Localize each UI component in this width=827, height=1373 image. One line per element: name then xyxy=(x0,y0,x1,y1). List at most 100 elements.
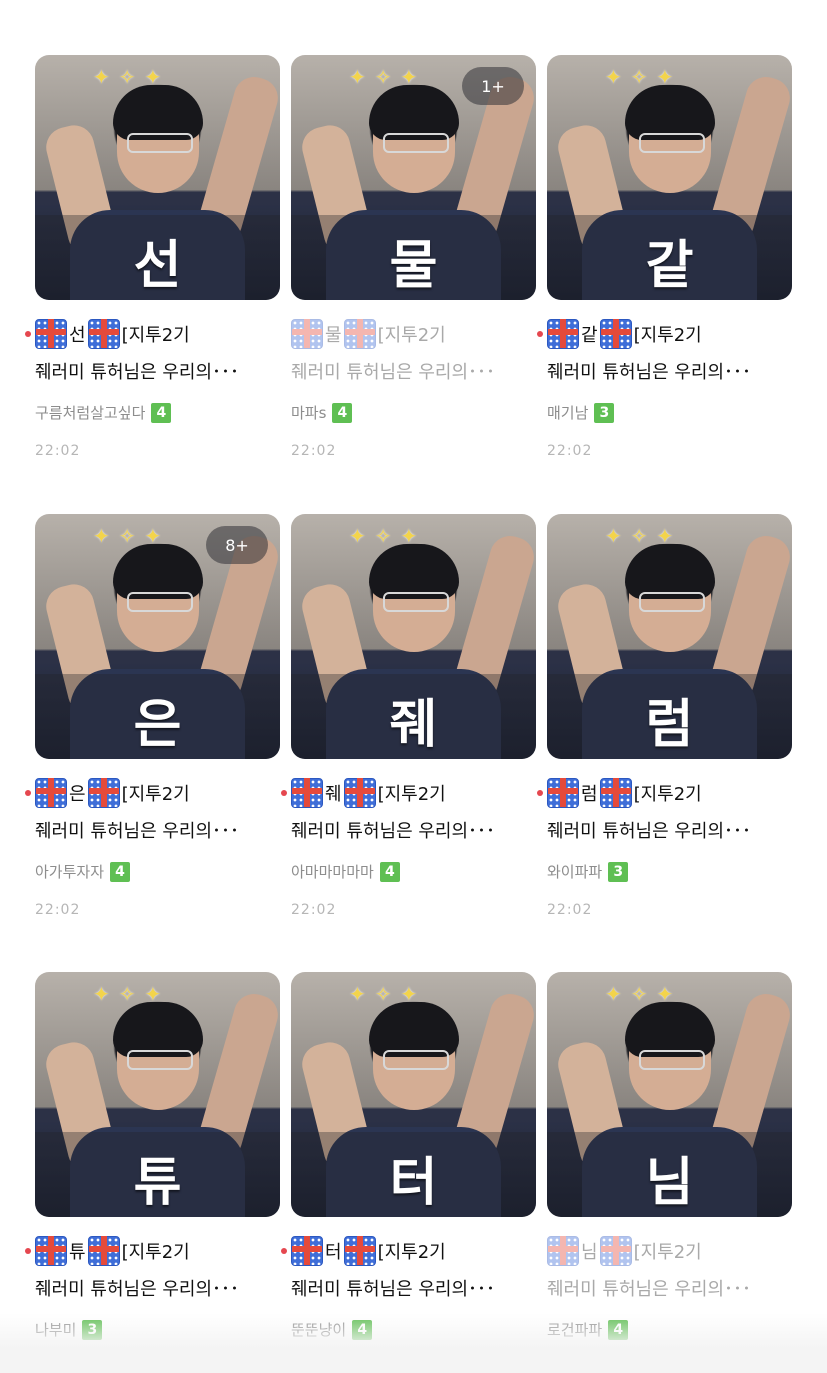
unread-dot-icon xyxy=(281,790,287,796)
thumbnail-glasses xyxy=(383,1050,449,1070)
post-time: 22:02 xyxy=(291,443,337,459)
gift-icon xyxy=(291,778,323,808)
sparkle-sticker-icon: ✦ ✧ ✦ xyxy=(349,65,419,89)
author-nickname: 아마마마마마 xyxy=(291,863,374,881)
post-thumbnail[interactable]: ✦ ✧ ✦ 줴 xyxy=(291,514,536,759)
post-thumbnail[interactable]: ✦ ✧ ✦ 님 xyxy=(547,972,792,1217)
thumbnail-hair xyxy=(369,1002,459,1057)
post-title-char: 튜 xyxy=(69,1242,86,1263)
post-title[interactable]: 같 [지투2기 xyxy=(537,319,792,349)
post-title[interactable]: 님 [지투2기 xyxy=(547,1236,792,1266)
post-thumbnail[interactable]: ✦ ✧ ✦ 럼 xyxy=(547,514,792,759)
gift-icon xyxy=(343,778,376,808)
post-time: 22:02 xyxy=(547,902,593,918)
post-title[interactable]: 줴 [지투2기 xyxy=(281,778,536,808)
gift-icon xyxy=(291,1236,323,1266)
post-title-suffix: [지투2기 xyxy=(377,325,446,346)
image-count-badge: 1+ xyxy=(462,67,524,105)
post-title[interactable]: 선 [지투2기 xyxy=(25,319,280,349)
bottom-fade xyxy=(0,1313,827,1373)
thumbnail-hair xyxy=(113,544,203,599)
thumbnail-glasses xyxy=(639,592,705,612)
post-description[interactable]: 줴러미 튜허님은 우리의･･･ xyxy=(35,817,280,843)
post-title[interactable]: 은 [지투2기 xyxy=(25,778,280,808)
post-time: 22:02 xyxy=(291,902,337,918)
sparkle-sticker-icon: ✦ ✧ ✦ xyxy=(349,524,419,548)
thumbnail-hair xyxy=(625,1002,715,1057)
gift-icon xyxy=(87,1236,120,1266)
post-card[interactable]: ✦ ✧ ✦ 튜 튜 [지투2기 줴러미 튜허님은 우리의･･･ 나부미 3 xyxy=(25,972,280,1340)
post-author[interactable]: 마파s 4 xyxy=(291,402,536,423)
thumbnail-glasses xyxy=(127,592,193,612)
thumbnail-big-char: 줴 xyxy=(389,694,438,755)
gift-icon xyxy=(291,319,323,349)
post-thumbnail[interactable]: ✦ ✧ ✦ 물 1+ xyxy=(291,55,536,300)
post-description[interactable]: 줴러미 튜허님은 우리의･･･ xyxy=(35,358,280,384)
post-title[interactable]: 터 [지투2기 xyxy=(281,1236,536,1266)
post-title[interactable]: 튜 [지투2기 xyxy=(25,1236,280,1266)
post-card[interactable]: ✦ ✧ ✦ 줴 줴 [지투2기 줴러미 튜허님은 우리의･･･ 아마마마마마 4… xyxy=(281,514,536,918)
post-card[interactable]: ✦ ✧ ✦ 선 선 [지투2기 줴러미 튜허님은 우리의･･･ 구름처럼살고싶다… xyxy=(25,55,280,459)
post-title-suffix: [지투2기 xyxy=(633,784,702,805)
post-title-suffix: [지투2기 xyxy=(377,784,446,805)
post-description[interactable]: 줴러미 튜허님은 우리의･･･ xyxy=(547,817,792,843)
gift-icon xyxy=(599,319,632,349)
post-description[interactable]: 줴러미 튜허님은 우리의･･･ xyxy=(35,1275,280,1301)
gift-icon xyxy=(87,778,120,808)
member-level-badge: 3 xyxy=(594,402,615,423)
gift-icon xyxy=(599,778,632,808)
thumbnail-glasses xyxy=(639,133,705,153)
post-description[interactable]: 줴러미 튜허님은 우리의･･･ xyxy=(547,358,792,384)
post-author[interactable]: 아마마마마마 4 xyxy=(291,861,536,882)
thumbnail-glasses xyxy=(127,1050,193,1070)
gift-icon xyxy=(547,1236,579,1266)
post-title-suffix: [지투2기 xyxy=(377,1242,446,1263)
post-thumbnail[interactable]: ✦ ✧ ✦ 터 xyxy=(291,972,536,1217)
post-description[interactable]: 줴러미 튜허님은 우리의･･･ xyxy=(547,1275,792,1301)
post-author[interactable]: 매기남 3 xyxy=(547,402,792,423)
thumbnail-glasses xyxy=(383,592,449,612)
member-level-badge: 4 xyxy=(151,402,172,423)
sparkle-sticker-icon: ✦ ✧ ✦ xyxy=(93,65,163,89)
thumbnail-big-char: 은 xyxy=(133,694,182,755)
sparkle-sticker-icon: ✦ ✧ ✦ xyxy=(93,982,163,1006)
post-author[interactable]: 와이파파 3 xyxy=(547,861,792,882)
thumbnail-hair xyxy=(113,85,203,140)
sparkle-sticker-icon: ✦ ✧ ✦ xyxy=(605,65,675,89)
post-card[interactable]: ✦ ✧ ✦ 같 같 [지투2기 줴러미 튜허님은 우리의･･･ 매기남 3 22… xyxy=(537,55,792,459)
post-title[interactable]: 물 [지투2기 xyxy=(291,319,536,349)
gift-icon xyxy=(35,1236,67,1266)
sparkle-sticker-icon: ✦ ✧ ✦ xyxy=(605,982,675,1006)
post-card[interactable]: ✦ ✧ ✦ 물 1+ 물 [지투2기 줴러미 튜허님은 우리의･･･ 마파s 4… xyxy=(291,55,536,459)
post-title-char: 물 xyxy=(325,325,342,346)
image-count-badge: 8+ xyxy=(206,526,268,564)
unread-dot-icon xyxy=(25,1248,31,1254)
post-description[interactable]: 줴러미 튜허님은 우리의･･･ xyxy=(291,817,536,843)
post-author[interactable]: 구름처럼살고싶다 4 xyxy=(35,402,280,423)
post-title[interactable]: 럼 [지투2기 xyxy=(537,778,792,808)
post-thumbnail[interactable]: ✦ ✧ ✦ 은 8+ xyxy=(35,514,280,759)
thumbnail-big-char: 튜 xyxy=(133,1152,182,1213)
post-thumbnail[interactable]: ✦ ✧ ✦ 같 xyxy=(547,55,792,300)
thumbnail-hair xyxy=(625,85,715,140)
post-title-suffix: [지투2기 xyxy=(633,1242,702,1263)
post-card[interactable]: ✦ ✧ ✦ 럼 럼 [지투2기 줴러미 튜허님은 우리의･･･ 와이파파 3 2… xyxy=(537,514,792,918)
post-author[interactable]: 아가투자자 4 xyxy=(35,861,280,882)
unread-dot-icon xyxy=(25,331,31,337)
author-nickname: 구름처럼살고싶다 xyxy=(35,404,146,422)
thumbnail-hair xyxy=(369,544,459,599)
post-thumbnail[interactable]: ✦ ✧ ✦ 선 xyxy=(35,55,280,300)
thumbnail-big-char: 럼 xyxy=(645,694,694,755)
post-title-suffix: [지투2기 xyxy=(633,325,702,346)
post-card[interactable]: ✦ ✧ ✦ 은 8+ 은 [지투2기 줴러미 튜허님은 우리의･･･ 아가투자자… xyxy=(25,514,280,918)
post-description[interactable]: 줴러미 튜허님은 우리의･･･ xyxy=(291,358,536,384)
post-card[interactable]: ✦ ✧ ✦ 님 님 [지투2기 줴러미 튜허님은 우리의･･･ 로건파파 4 xyxy=(547,972,792,1340)
post-description[interactable]: 줴러미 튜허님은 우리의･･･ xyxy=(291,1275,536,1301)
post-title-char: 줴 xyxy=(325,784,342,805)
post-card[interactable]: ✦ ✧ ✦ 터 터 [지투2기 줴러미 튜허님은 우리의･･･ 뚠뚠냥이 4 xyxy=(281,972,536,1340)
post-thumbnail[interactable]: ✦ ✧ ✦ 튜 xyxy=(35,972,280,1217)
post-title-char: 은 xyxy=(69,784,86,805)
post-title-char: 터 xyxy=(325,1242,342,1263)
thumbnail-hair xyxy=(625,544,715,599)
author-nickname: 아가투자자 xyxy=(35,863,105,881)
